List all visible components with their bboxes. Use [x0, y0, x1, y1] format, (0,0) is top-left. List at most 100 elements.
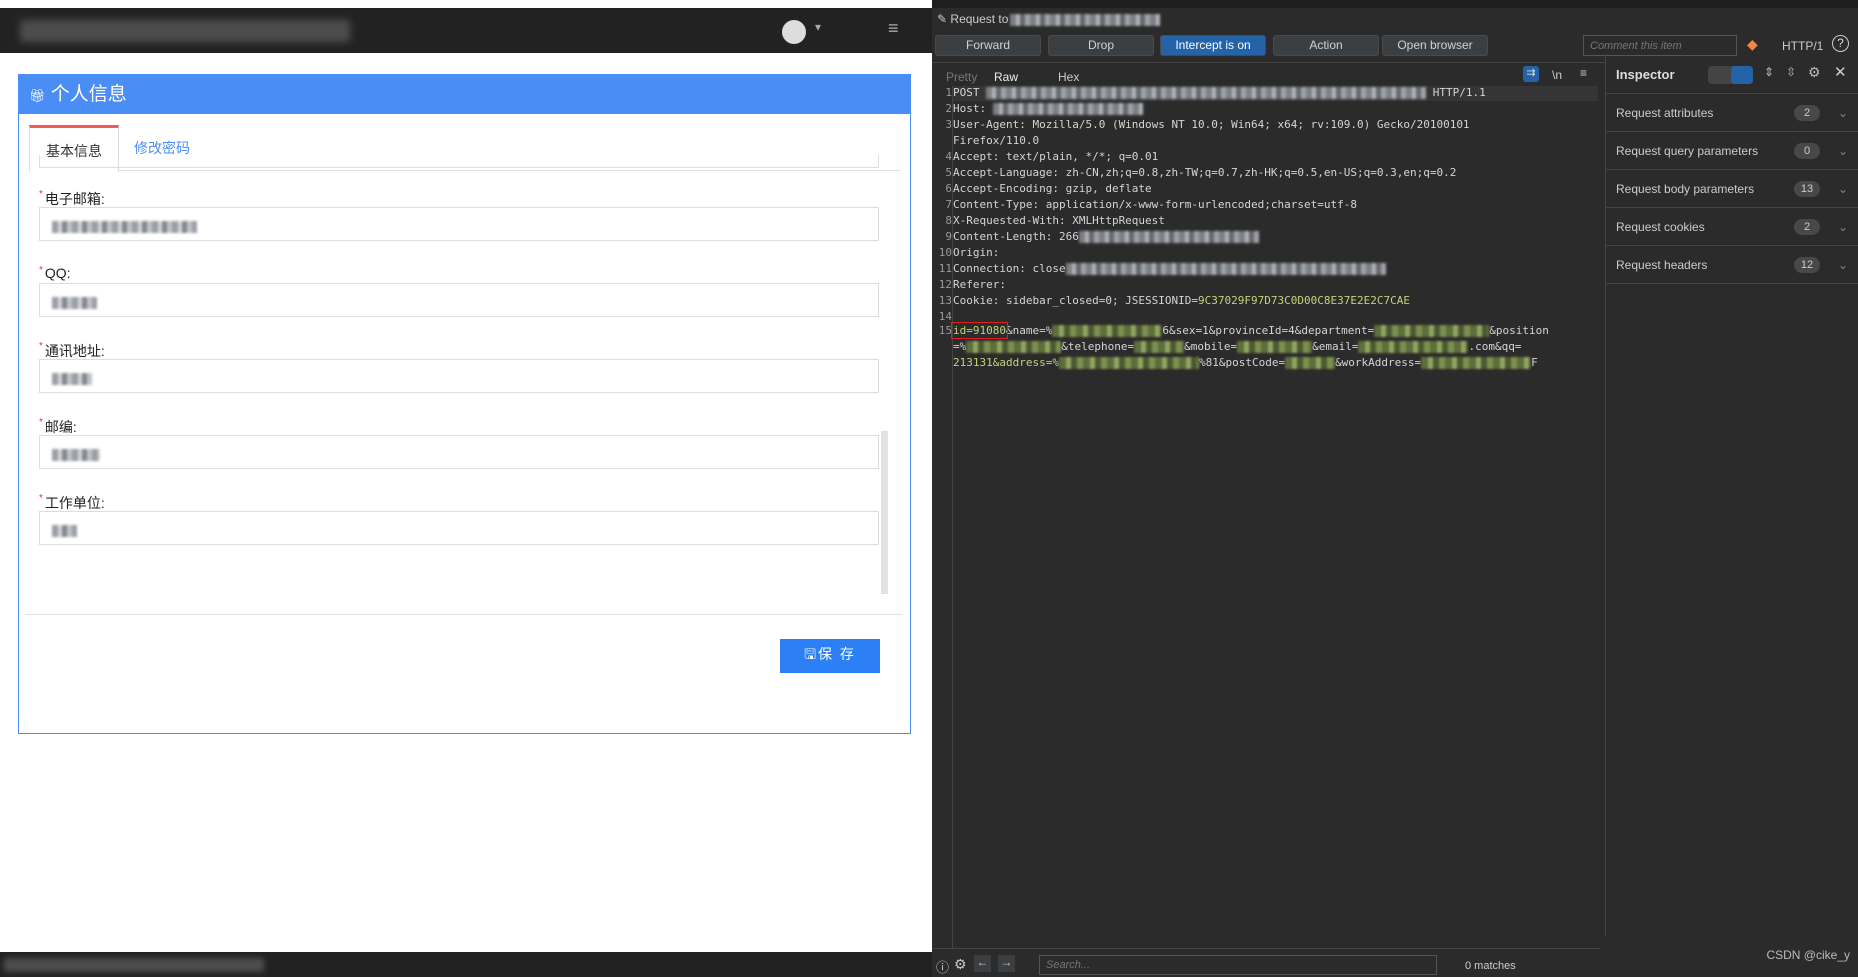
- request-line: X-Requested-With: XMLHttpRequest: [953, 214, 1165, 227]
- card-title: 个人信息: [50, 84, 127, 105]
- request-line: Connection: close: [953, 262, 1386, 275]
- request-line: Referer:: [953, 278, 1006, 291]
- inspector-title: Inspector: [1616, 67, 1675, 82]
- qq-label: * QQ:: [39, 265, 71, 281]
- line-number: 4: [945, 150, 952, 163]
- save-button[interactable]: 🖫保 存: [780, 639, 880, 673]
- body-line-wrap: 213131&address=% %81&postCode= &workAddres…: [953, 356, 1538, 369]
- inspector-section[interactable]: Request attributes 2 ⌄: [1606, 94, 1858, 132]
- browser-pane: ▾ ≡ 🎁︎ 个人信息 基本信息 修改密码 * 电子邮箱: * QQ: * 通讯地址:…: [0, 0, 932, 977]
- wrap-lines-icon[interactable]: ⇉: [1523, 66, 1539, 82]
- postcode-field[interactable]: [39, 435, 879, 469]
- card-header: 🎁︎ 个人信息: [19, 75, 910, 114]
- request-line: Accept-Encoding: gzip, deflate: [953, 182, 1152, 195]
- forward-button[interactable]: Forward: [935, 35, 1041, 56]
- request-line: User-Agent: Mozilla/5.0 (Windows NT 10.0…: [953, 118, 1470, 131]
- collapse-all-icon[interactable]: ⇳: [1786, 65, 1796, 79]
- http-version-toggle[interactable]: HTTP/1: [1782, 39, 1823, 53]
- pencil-icon[interactable]: ✎: [937, 12, 947, 26]
- request-line: Accept-Language: zh-CN,zh;q=0.8,zh-TW;q=…: [953, 166, 1457, 179]
- settings-gear-icon[interactable]: ⚙: [954, 956, 967, 973]
- request-line: Content-Type: application/x-www-form-url…: [953, 198, 1357, 211]
- chevron-down-icon[interactable]: ⌄: [1838, 170, 1848, 208]
- comment-input[interactable]: [1583, 35, 1737, 56]
- count-badge: 2: [1794, 105, 1820, 121]
- request-line: Content-Length: 266: [953, 230, 1259, 243]
- inspector-section[interactable]: Request query parameters 0 ⌄: [1606, 132, 1858, 170]
- request-line: POST HTTP/1.1: [953, 86, 1486, 99]
- address-field[interactable]: [39, 359, 879, 393]
- editor-menu-icon[interactable]: ≡: [1580, 66, 1587, 80]
- request-line: Origin:: [953, 246, 1000, 259]
- line-number: 13: [938, 294, 952, 307]
- tab-pretty[interactable]: Pretty: [946, 70, 977, 84]
- work-unit-field[interactable]: [39, 511, 879, 545]
- inspector-panel: Inspector ⇕ ⇳ ⚙ ✕ Request attributes 2 ⌄ Re…: [1605, 56, 1858, 936]
- line-number: 1: [945, 86, 952, 99]
- help-icon[interactable]: ⓘ: [936, 957, 949, 976]
- chevron-down-icon[interactable]: ⌄: [1838, 208, 1848, 246]
- qq-field[interactable]: [39, 283, 879, 317]
- browser-top-bar: ▾ ≡: [0, 8, 932, 53]
- action-button[interactable]: Action: [1273, 35, 1379, 56]
- inspector-section[interactable]: Request cookies 2 ⌄: [1606, 208, 1858, 246]
- chevron-down-icon[interactable]: ⌄: [1838, 246, 1848, 284]
- gift-icon: 🎁︎: [29, 88, 46, 103]
- watermark: CSDN @cike_y: [1766, 948, 1850, 962]
- help-icon[interactable]: ?: [1832, 35, 1849, 52]
- settings-gear-icon[interactable]: ⚙: [1808, 64, 1821, 81]
- postcode-label: * 邮编:: [39, 417, 77, 435]
- user-menu-chevron-icon[interactable]: ▾: [815, 20, 821, 34]
- chevron-down-icon[interactable]: ⌄: [1838, 94, 1848, 132]
- line-number: 6: [945, 182, 952, 195]
- avatar[interactable]: [782, 20, 806, 44]
- count-badge: 2: [1794, 219, 1820, 235]
- hamburger-menu-icon[interactable]: ≡: [888, 18, 899, 39]
- drop-button[interactable]: Drop: [1048, 35, 1154, 56]
- browser-status-bar: [0, 952, 932, 977]
- newline-toggle[interactable]: \n: [1552, 68, 1562, 82]
- request-title: ✎ Request to: [937, 12, 1161, 26]
- line-number: 11: [938, 262, 952, 275]
- personal-info-card: 🎁︎ 个人信息 基本信息 修改密码 * 电子邮箱: * QQ: * 通讯地址: * 邮编…: [18, 74, 911, 734]
- line-number: 9: [945, 230, 952, 243]
- redacted-site-title: [20, 20, 350, 42]
- email-field[interactable]: [39, 207, 879, 241]
- close-icon[interactable]: ✕: [1834, 63, 1847, 81]
- expand-all-icon[interactable]: ⇕: [1764, 65, 1774, 79]
- count-badge: 13: [1794, 181, 1820, 197]
- request-line: Host:: [953, 102, 1143, 115]
- match-count: 0 matches: [1465, 960, 1516, 972]
- open-browser-button[interactable]: Open browser: [1382, 35, 1488, 56]
- body-line-wrap: =% &telephone= &mobile= &email= .com&qq=: [953, 340, 1522, 353]
- highlighted-id-param: id=91080: [951, 322, 1008, 339]
- request-line: Cookie: sidebar_closed=0; JSESSIONID=9C3…: [953, 294, 1410, 307]
- inspector-section[interactable]: Request body parameters 13 ⌄: [1606, 170, 1858, 208]
- chevron-down-icon[interactable]: ⌄: [1838, 132, 1848, 170]
- line-number: 12: [938, 278, 952, 291]
- line-number: 8: [945, 214, 952, 227]
- request-line: Firefox/110.0: [953, 134, 1040, 147]
- raw-request-editor[interactable]: 1 POST HTTP/1.1 2 Host: 3 User-Agent: Mozill…: [932, 86, 1600, 948]
- layout-toggle[interactable]: [1708, 66, 1753, 84]
- form-scrollbar[interactable]: [881, 431, 888, 594]
- intercept-toggle[interactable]: Intercept is on: [1160, 35, 1266, 56]
- request-line: Accept: text/plain, */*; q=0.01: [953, 150, 1159, 163]
- tab-hex[interactable]: Hex: [1058, 70, 1079, 84]
- highlight-color-icon[interactable]: ◆: [1747, 36, 1758, 53]
- body-line: id=91080&name=% 6&sex=1&provinceId=4&depa…: [951, 322, 1549, 339]
- address-label: * 通讯地址:: [39, 341, 105, 359]
- line-number: 15: [938, 324, 952, 337]
- inspector-section[interactable]: Request headers 12 ⌄: [1606, 246, 1858, 284]
- next-match-arrow-icon[interactable]: →: [998, 955, 1015, 972]
- previous-input-edge[interactable]: [39, 155, 879, 168]
- line-number: 3: [945, 118, 952, 131]
- line-number: 5: [945, 166, 952, 179]
- search-input[interactable]: [1039, 955, 1437, 975]
- line-number: 14: [938, 310, 952, 323]
- previous-match-arrow-icon[interactable]: ←: [974, 955, 991, 972]
- count-badge: 0: [1794, 143, 1820, 159]
- work-unit-label: * 工作单位:: [39, 493, 105, 511]
- divider: [25, 614, 902, 615]
- email-label: * 电子邮箱:: [39, 189, 105, 207]
